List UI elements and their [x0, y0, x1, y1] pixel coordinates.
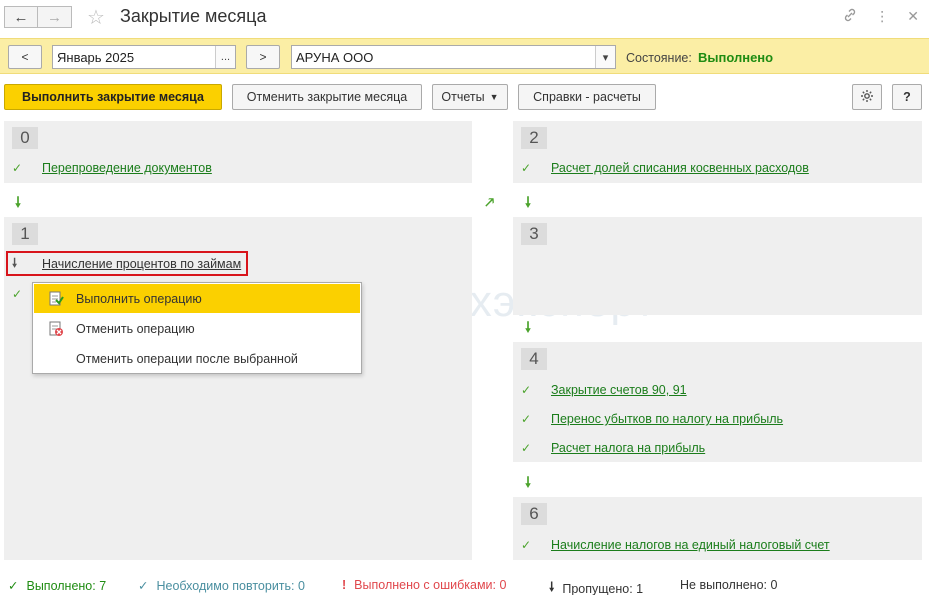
menu-item-label: Отменить операции после выбранной — [76, 351, 298, 366]
organization-value: АРУНА ООО — [296, 49, 374, 65]
check-icon: ✓ — [521, 538, 532, 552]
operation-link[interactable]: Расчет долей списания косвенных расходов — [551, 161, 809, 175]
arrow-down-icon: 🠗 — [525, 194, 532, 210]
forward-button[interactable]: → — [38, 6, 72, 28]
title-bar: ← → ☆ Закрытие месяца ⋮ ✕ — [0, 0, 929, 36]
arrow-up-right-icon: 🡕 — [485, 194, 495, 210]
favorite-star-icon[interactable]: ☆ — [87, 5, 105, 30]
arrow-down-icon: 🠗 — [549, 580, 555, 594]
link-icon[interactable] — [843, 8, 857, 25]
menu-item-run-operation[interactable]: Выполнить операцию — [34, 284, 360, 313]
section-number: 3 — [521, 223, 547, 245]
exclamation-icon: ! — [342, 578, 347, 592]
arrow-down-icon: 🠗 — [525, 474, 532, 490]
filter-bar: < Январь 2025 ... > АРУНА ООО ▾ Состояни… — [0, 38, 929, 74]
status-skipped: 🠗 Пропущено: 1 — [549, 578, 643, 595]
run-operation-icon — [48, 291, 64, 307]
gear-icon — [860, 89, 874, 106]
status-repeat-text: Необходимо повторить: 0 — [156, 578, 305, 593]
operation-link[interactable]: Перепроведение документов — [42, 161, 212, 175]
run-closing-button[interactable]: Выполнить закрытие месяца — [4, 84, 222, 110]
section-number: 1 — [12, 223, 38, 245]
menu-item-cancel-operation[interactable]: Отменить операцию — [34, 314, 360, 343]
check-icon: ✓ — [521, 161, 532, 175]
status-not-done-text: Не выполнено: 0 — [680, 578, 778, 592]
organization-field[interactable]: АРУНА ООО ▾ — [291, 45, 616, 69]
section-number: 2 — [521, 127, 547, 149]
check-icon: ✓ — [12, 287, 23, 301]
check-icon: ✓ — [521, 412, 532, 426]
toolbar: Выполнить закрытие месяца Отменить закры… — [0, 84, 929, 112]
settings-button[interactable] — [852, 84, 882, 110]
back-button[interactable]: ← — [4, 6, 38, 28]
operation-row: ✓ Перенос убытков по налогу на прибыль — [521, 410, 783, 428]
state-label: Состояние: — [626, 51, 692, 65]
operation-row: ✓ Начисление налогов на единый налоговый… — [521, 536, 830, 554]
operation-link[interactable]: Расчет налога на прибыль — [551, 441, 705, 455]
menu-item-label: Выполнить операцию — [76, 291, 202, 306]
page-title: Закрытие месяца — [120, 6, 267, 26]
period-choose-button[interactable]: ... — [215, 46, 235, 68]
status-done-text: Выполнено: 7 — [26, 578, 107, 593]
menu-item-cancel-after[interactable]: Отменить операции после выбранной — [34, 344, 360, 373]
window-controls: ⋮ ✕ — [843, 8, 919, 25]
status-skipped-text: Пропущено: 1 — [562, 581, 644, 595]
status-errors: ! Выполнено с ошибками: 0 — [342, 578, 506, 592]
arrow-right-icon: → — [47, 8, 62, 26]
check-icon: ✓ — [8, 579, 19, 593]
section-2: 2 ✓ Расчет долей списания косвенных расх… — [513, 121, 922, 183]
cancel-closing-button[interactable]: Отменить закрытие месяца — [232, 84, 422, 110]
status-repeat: ✓ Необходимо повторить: 0 — [138, 578, 305, 594]
context-menu: Выполнить операцию Отменить операцию Отм… — [32, 282, 362, 374]
section-number: 0 — [12, 127, 38, 149]
cancel-operation-icon — [48, 321, 64, 337]
status-done: ✓ Выполнено: 7 — [8, 578, 107, 594]
highlight-frame — [6, 251, 248, 276]
section-3: 3 — [513, 217, 922, 315]
nav-group: ← → — [4, 6, 72, 28]
section-6: 6 ✓ Начисление налогов на единый налогов… — [513, 497, 922, 560]
operation-row: ✓ Перепроведение документов — [12, 159, 212, 177]
caret-down-icon: ▼ — [489, 92, 499, 102]
section-number: 4 — [521, 348, 547, 370]
chevron-down-icon[interactable]: ▾ — [595, 46, 615, 68]
operation-link[interactable]: Закрытие счетов 90, 91 — [551, 383, 687, 397]
status-errors-text: Выполнено с ошибками: 0 — [354, 578, 507, 592]
period-field[interactable]: Январь 2025 ... — [52, 45, 236, 69]
references-button[interactable]: Справки - расчеты — [518, 84, 656, 110]
check-icon: ✓ — [138, 579, 149, 593]
section-4: 4 ✓ Закрытие счетов 90, 91 ✓ Перенос убы… — [513, 342, 922, 462]
section-number: 6 — [521, 503, 547, 525]
next-period-button[interactable]: > — [246, 45, 280, 69]
operation-link[interactable]: Перенос убытков по налогу на прибыль — [551, 412, 783, 426]
more-menu-icon[interactable]: ⋮ — [875, 8, 889, 25]
operation-row-hidden: ✓ — [12, 285, 28, 303]
arrow-down-icon: 🠗 — [525, 319, 532, 335]
close-icon[interactable]: ✕ — [907, 8, 919, 25]
reports-dropdown-button[interactable]: Отчеты ▼ — [432, 84, 508, 110]
status-not-done: Не выполнено: 0 — [680, 578, 777, 592]
state-value: Выполнено — [698, 50, 774, 65]
operation-link[interactable]: Начисление налогов на единый налоговый с… — [551, 538, 830, 552]
arrow-down-icon: 🠗 — [15, 194, 22, 210]
operation-row: ✓ Расчет долей списания косвенных расход… — [521, 159, 809, 177]
check-icon: ✓ — [521, 441, 532, 455]
section-0: 0 ✓ Перепроведение документов — [4, 121, 472, 183]
reports-label: Отчеты — [441, 90, 485, 104]
operation-row: ✓ Закрытие счетов 90, 91 — [521, 381, 687, 399]
period-value: Январь 2025 — [57, 49, 135, 65]
operation-row: ✓ Расчет налога на прибыль — [521, 439, 705, 457]
arrow-left-icon: ← — [13, 8, 29, 26]
check-icon: ✓ — [12, 161, 23, 175]
status-bar: ✓ Выполнено: 7 ✓ Необходимо повторить: 0… — [0, 576, 929, 595]
prev-period-button[interactable]: < — [8, 45, 42, 69]
menu-item-label: Отменить операцию — [76, 321, 195, 336]
help-button[interactable]: ? — [892, 84, 922, 110]
check-icon: ✓ — [521, 383, 532, 397]
